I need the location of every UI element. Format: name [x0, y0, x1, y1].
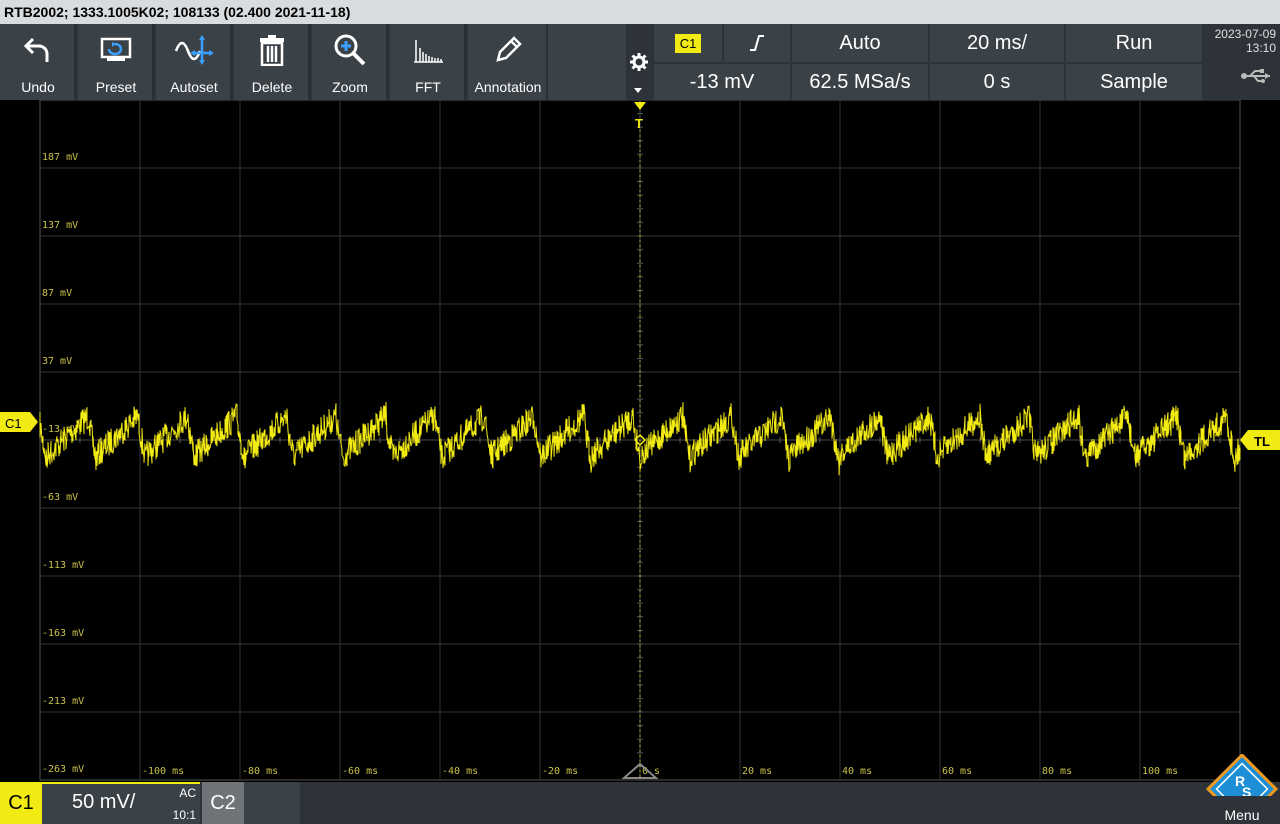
x-axis-label: -100 ms: [142, 766, 184, 777]
channel-1-coupling: AC: [179, 786, 196, 800]
autoset-label: Autoset: [170, 79, 218, 95]
channel-2-button[interactable]: C2: [202, 782, 244, 824]
date: 2023-07-09: [1214, 27, 1276, 41]
x-axis-label: 100 ms: [1142, 766, 1178, 777]
pencil-icon: [468, 30, 548, 70]
trigger-level[interactable]: -13 mV: [654, 64, 790, 100]
fft-icon: [390, 30, 466, 70]
x-axis-label: -40 ms: [442, 766, 478, 777]
channel-1-underline: [42, 782, 200, 784]
x-axis-label: 20 ms: [742, 766, 772, 777]
y-axis-label: 137 mV: [42, 220, 78, 231]
undo-icon: [0, 30, 76, 70]
trigger-level-marker-label: TL: [1254, 434, 1270, 449]
delete-button[interactable]: Delete: [234, 24, 310, 100]
chevron-down-icon: [634, 88, 642, 93]
time: 13:10: [1245, 41, 1276, 55]
trigger-position-marker-label: T: [635, 116, 643, 131]
y-axis-label: 37 mV: [42, 356, 72, 367]
sample-rate[interactable]: 62.5 MSa/s: [792, 64, 928, 100]
y-axis-label: 87 mV: [42, 288, 72, 299]
autoset-icon: [156, 30, 232, 70]
y-axis-label: -63 mV: [42, 492, 78, 503]
trigger-mode[interactable]: Auto: [792, 24, 928, 62]
channel-1-probe: 10:1: [172, 808, 196, 822]
x-axis-label: 40 ms: [842, 766, 872, 777]
y-axis-label: -263 mV: [42, 764, 84, 775]
y-axis-label: -213 mV: [42, 696, 84, 707]
channel-1-marker-label: C1: [5, 416, 22, 431]
x-axis-label: -60 ms: [342, 766, 378, 777]
preset-icon: [78, 30, 154, 70]
menu-label: Menu: [1224, 807, 1260, 823]
zoom-icon: [312, 30, 388, 70]
trigger-position-marker[interactable]: [634, 102, 646, 110]
x-axis-label: -20 ms: [542, 766, 578, 777]
channel-1-scale[interactable]: 50 mV/ AC 10:1: [42, 782, 200, 824]
trigger-slope[interactable]: [724, 24, 790, 62]
run-state[interactable]: Run: [1066, 24, 1202, 62]
trigger-source[interactable]: C1: [654, 24, 722, 62]
autoset-button[interactable]: Autoset: [156, 24, 232, 100]
annotation-button[interactable]: Annotation: [468, 24, 548, 100]
delete-label: Delete: [251, 79, 293, 95]
fft-button[interactable]: FFT: [390, 24, 466, 100]
rising-edge-icon: [750, 35, 764, 51]
x-axis-labels: -100 ms -80 ms -60 ms -40 ms -20 ms 0 s 20 ms 4…: [142, 766, 1178, 777]
trigger-source-badge: C1: [674, 33, 702, 53]
toolbar-empty-slot[interactable]: [548, 24, 626, 100]
y-axis-label: 187 mV: [42, 152, 78, 163]
preset-button[interactable]: Preset: [78, 24, 154, 100]
horizontal-position[interactable]: 0 s: [930, 64, 1064, 100]
rohde-schwarz-logo-icon: R S: [1205, 754, 1279, 796]
x-axis-label: 60 ms: [942, 766, 972, 777]
undo-label: Undo: [21, 79, 55, 95]
usb-icon: [1240, 68, 1274, 87]
y-axis-labels: 187 mV137 mV87 mV37 mV-13 mV-63 mV-113 m…: [42, 152, 84, 775]
channel-1-vdiv: 50 mV/: [72, 791, 136, 813]
x-axis-label: -80 ms: [242, 766, 278, 777]
y-axis-label: -113 mV: [42, 560, 84, 571]
acquisition-mode[interactable]: Sample: [1066, 64, 1202, 100]
annotation-label: Annotation: [474, 79, 542, 95]
window-title: RTB2002; 1333.1005K02; 108133 (02.400 20…: [0, 0, 1280, 24]
svg-text:S: S: [1242, 784, 1251, 796]
undo-button[interactable]: Undo: [0, 24, 76, 100]
date-time: 2023-07-09 13:10: [1204, 24, 1280, 100]
zoom-label: Zoom: [332, 79, 368, 95]
menu-button[interactable]: R S Menu: [1204, 754, 1280, 824]
timebase-scale[interactable]: 20 ms/: [930, 24, 1064, 62]
x-axis-label: 80 ms: [1042, 766, 1072, 777]
channel-1-button[interactable]: C1: [0, 782, 42, 824]
channel-2-scale[interactable]: [244, 782, 300, 824]
preset-label: Preset: [95, 79, 137, 95]
y-axis-label: -163 mV: [42, 628, 84, 639]
fft-label: FFT: [415, 79, 441, 95]
trash-icon: [234, 30, 310, 70]
zoom-button[interactable]: Zoom: [312, 24, 388, 100]
waveform-display[interactable]: 187 mV 137 mV 87 mV 37 mV -13 mV -63 mV -113 m…: [0, 100, 1280, 782]
